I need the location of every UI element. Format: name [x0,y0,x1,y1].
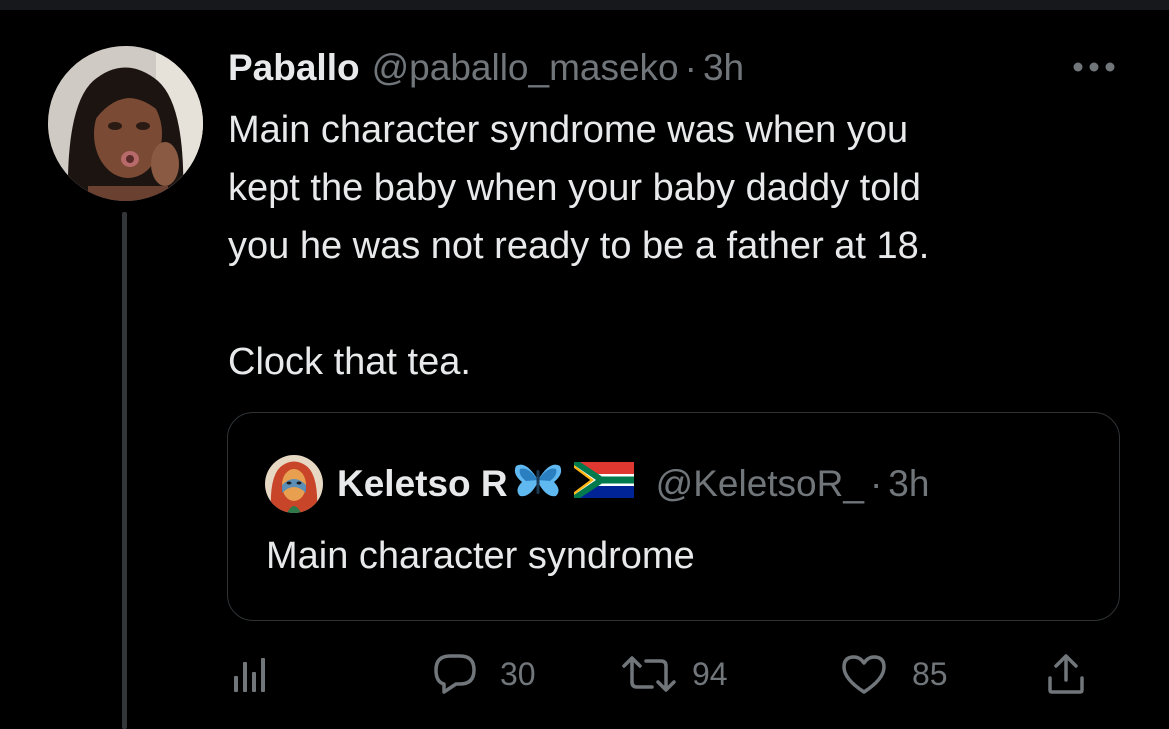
quoted-avatar-image [265,455,323,513]
like-button[interactable]: 85 [840,648,948,700]
analytics-icon [234,658,265,692]
butterfly-emoji-icon [512,460,564,509]
author-avatar[interactable] [48,46,203,201]
separator-dot: · [684,47,697,88]
retweet-button[interactable]: 94 [620,648,728,700]
tweet-timestamp[interactable]: 3h [703,47,744,89]
quoted-tweet-header: Keletso R @KeletsoR_ · 3h [265,455,929,513]
south-africa-flag-emoji-icon [573,461,634,507]
tweet-body-text-2: Clock that tea. [228,341,471,383]
top-edge-strip [0,0,1169,10]
quoted-author-handle[interactable]: @KeletsoR_ [656,463,864,505]
quoted-tweet-timestamp[interactable]: 3h [888,463,929,505]
retweet-count: 94 [692,655,728,692]
quoted-tweet-text: Main character syndrome [266,535,695,577]
share-icon [1048,654,1084,694]
author-handle[interactable]: @paballo_maseko [372,47,679,89]
tweet-action-bar: 30 94 85 [228,648,1108,700]
like-icon [842,655,886,694]
more-icon [1073,62,1115,72]
quoted-author-avatar[interactable] [265,455,323,513]
tweet-body-text: Main character syndrome was when you kep… [228,109,930,267]
retweet-icon [622,656,676,692]
share-button[interactable] [1044,648,1088,700]
quoted-separator-dot: · [869,463,883,504]
reply-button[interactable]: 30 [432,648,536,700]
reply-count: 30 [500,655,536,692]
reply-icon [434,654,476,694]
like-count: 85 [912,655,948,692]
more-options-button[interactable] [1071,52,1117,82]
thread-connector-line [122,212,127,729]
avatar-image [48,46,203,201]
analytics-button[interactable] [232,648,268,700]
author-name[interactable]: Paballo [228,47,360,89]
quoted-author-name[interactable]: Keletso R [337,463,508,505]
tweet-header: Paballo @paballo_maseko · 3h [228,44,744,92]
quoted-tweet-card[interactable]: Keletso R @KeletsoR_ · 3h Main character… [227,412,1120,621]
